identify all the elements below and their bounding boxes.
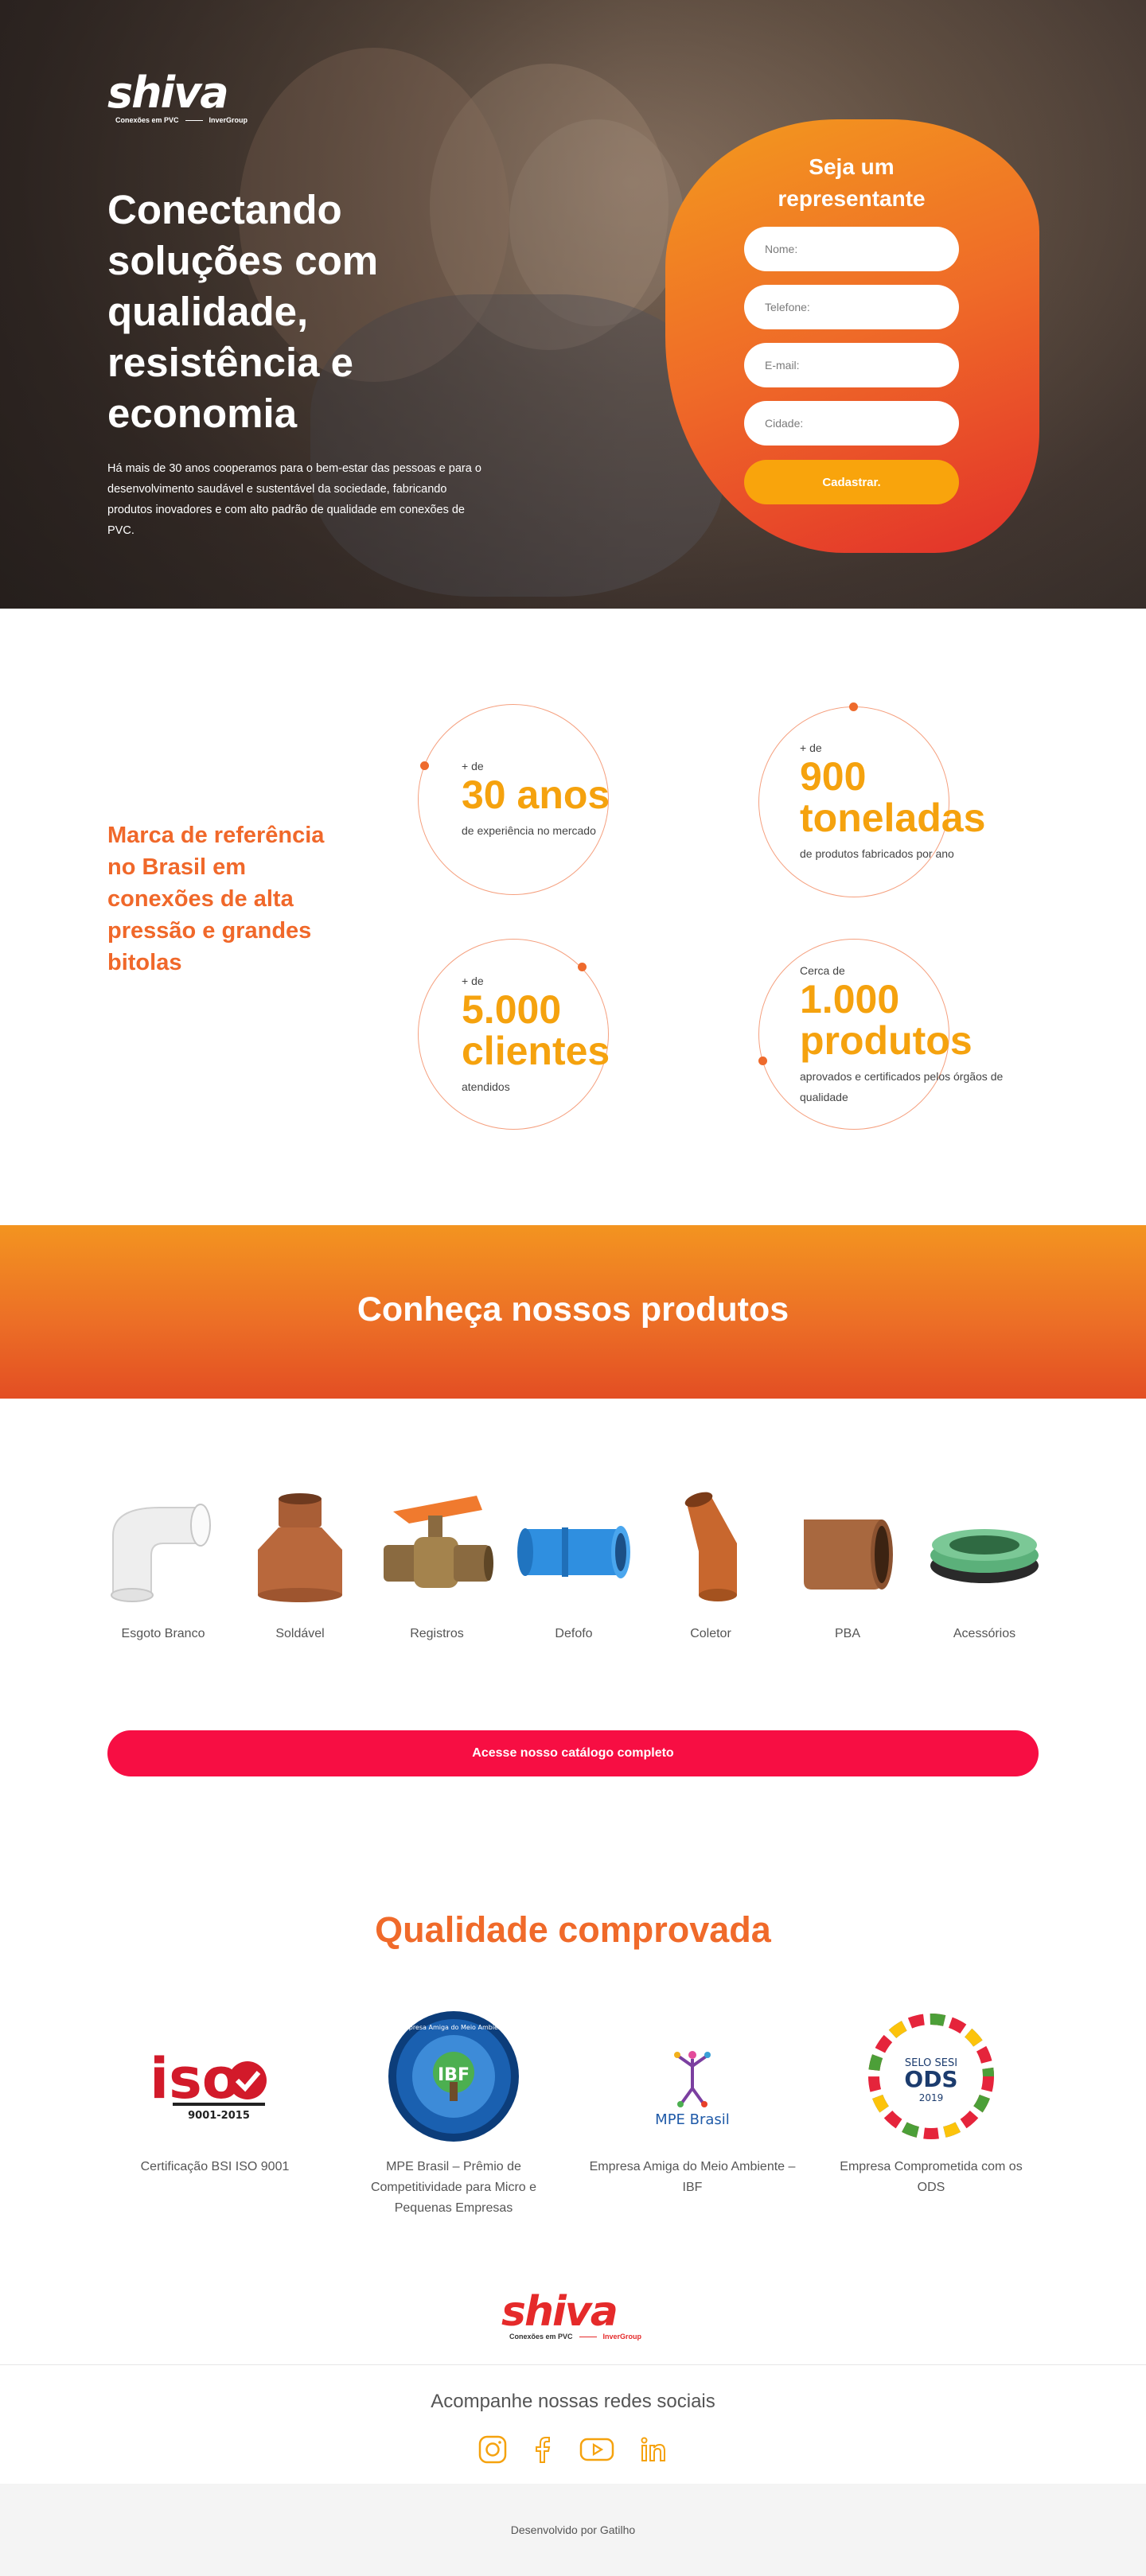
footer-divider [0, 2364, 1146, 2365]
product-pba[interactable]: PBA [788, 1488, 907, 1655]
svg-text:2019: 2019 [919, 2092, 944, 2103]
cert-iso: iso 9001-2015 Certificação BSI ISO 9001 [111, 2009, 318, 2177]
submit-button[interactable]: Cadastrar. [744, 460, 959, 504]
product-label: PBA [834, 1627, 860, 1640]
stat-products: Cerca de 1.000 produtos aprovados e cert… [800, 964, 1007, 1107]
bottom-bar: Desenvolvido por Gatilho [0, 2484, 1146, 2576]
brown-cap-icon [804, 1520, 893, 1590]
shiva-logo[interactable]: shiva Conexões em PVC InverGroup [107, 68, 248, 125]
ibf-badge-icon: IBF Empresa Amiga do Meio Ambiente [388, 2011, 519, 2142]
product-label: Acessórios [953, 1627, 1016, 1640]
green-ring-icon [930, 1529, 1039, 1583]
cert-label: MPE Brasil – Prêmio de Competitividade p… [370, 2160, 537, 2215]
hero-headline: Conectando soluções com qualidade, resis… [107, 187, 379, 436]
stat-value: 5.000 clientes [462, 987, 610, 1073]
form-title: Seja um representante [778, 154, 926, 211]
logo-tagline: Conexões em PVC [115, 116, 179, 124]
cert-mpe: IBF Empresa Amiga do Meio Ambiente MPE B… [350, 2009, 557, 2219]
developer-credit[interactable]: Desenvolvido por Gatilho [0, 2523, 1146, 2536]
ods-badge-icon: SELO SESI ODS 2019 [868, 2014, 994, 2139]
social-links [477, 2434, 668, 2465]
products-banner: Conheça nossos produtos [0, 1225, 1146, 1399]
linkedin-icon[interactable] [638, 2434, 668, 2465]
product-label: Registros [410, 1627, 464, 1640]
product-label: Soldável [275, 1627, 325, 1640]
cert-label: Empresa Amiga do Meio Ambiente – IBF [589, 2160, 796, 2194]
name-input[interactable] [744, 227, 959, 271]
quality-title: Qualidade comprovada [375, 1909, 771, 1950]
iso-badge-icon: iso 9001-2015 [150, 2046, 267, 2122]
hero-section: shiva Conexões em PVC InverGroup Conecta… [0, 0, 1146, 609]
stat-clients: + de 5.000 clientes atendidos [462, 975, 637, 1097]
stat-value: 900 toneladas [800, 754, 986, 840]
footer-logo[interactable]: shiva Conexões em PVC InverGroup [501, 2291, 641, 2341]
svg-text:MPE Brasil: MPE Brasil [655, 2111, 730, 2128]
product-registros[interactable]: Registros [377, 1488, 497, 1655]
product-defofo[interactable]: Defofo [514, 1488, 633, 1655]
product-coletor[interactable]: Coletor [651, 1488, 770, 1655]
products-title: Conheça nossos produtos [357, 1290, 789, 1329]
mpe-brasil-badge-icon: MPE Brasil [655, 2051, 730, 2128]
city-input[interactable] [744, 401, 959, 446]
product-label: Esgoto Branco [121, 1627, 205, 1640]
svg-text:IBF: IBF [438, 2065, 470, 2085]
svg-text:Empresa Amiga do Meio Ambiente: Empresa Amiga do Meio Ambiente [399, 2024, 509, 2031]
landing-page: shiva Conexões em PVC InverGroup Conecta… [0, 0, 1146, 2576]
svg-text:iso: iso [150, 2046, 240, 2111]
logo-wordmark: shiva [107, 68, 229, 118]
cert-label: Empresa Comprometida com os ODS [840, 2160, 1023, 2194]
phone-input[interactable] [744, 285, 959, 329]
stat-value: 30 anos [462, 772, 610, 817]
cert-ods: SELO SESI ODS 2019 Empresa Comprometida … [828, 2009, 1035, 2198]
brown-reducer-fitting-icon [258, 1493, 342, 1602]
cert-ibf: MPE Brasil Empresa Amiga do Meio Ambient… [589, 2009, 796, 2198]
svg-text:ODS: ODS [904, 2066, 957, 2092]
stat-tons: + de 900 toneladas de produtos fabricado… [800, 741, 1007, 864]
product-label: Defofo [555, 1627, 593, 1640]
facebook-icon[interactable] [531, 2434, 555, 2465]
cert-label: Certificação BSI ISO 9001 [140, 2160, 290, 2173]
instagram-icon[interactable] [477, 2434, 508, 2465]
hero-lead-text: Há mais de 30 anos cooperamos para o bem… [107, 462, 481, 537]
blue-coupling-icon [517, 1526, 630, 1578]
brand-statement: Marca de referência no Brasil em conexõe… [107, 823, 325, 975]
svg-text:9001-2015: 9001-2015 [188, 2110, 250, 2122]
stat-value: 1.000 produtos [800, 977, 973, 1063]
catalog-button[interactable]: Acesse nosso catálogo completo [107, 1730, 1039, 1776]
white-elbow-fitting-icon [111, 1504, 211, 1602]
product-acessorios[interactable]: Acessórios [925, 1488, 1044, 1655]
email-input[interactable] [744, 343, 959, 387]
valve-with-orange-handle-icon [384, 1496, 493, 1588]
product-label: Coletor [690, 1627, 731, 1640]
social-title: Acompanhe nossas redes sociais [431, 2391, 715, 2412]
orange-elbow-fitting-icon [684, 1492, 737, 1601]
product-soldavel[interactable]: Soldável [240, 1488, 360, 1655]
youtube-icon[interactable] [579, 2434, 615, 2465]
product-esgoto-branco[interactable]: Esgoto Branco [103, 1488, 223, 1655]
logo-group: InverGroup [209, 116, 248, 124]
logo-wordmark: shiva [501, 2288, 618, 2336]
stat-years: + de 30 anos de experiência no mercado [462, 760, 610, 837]
